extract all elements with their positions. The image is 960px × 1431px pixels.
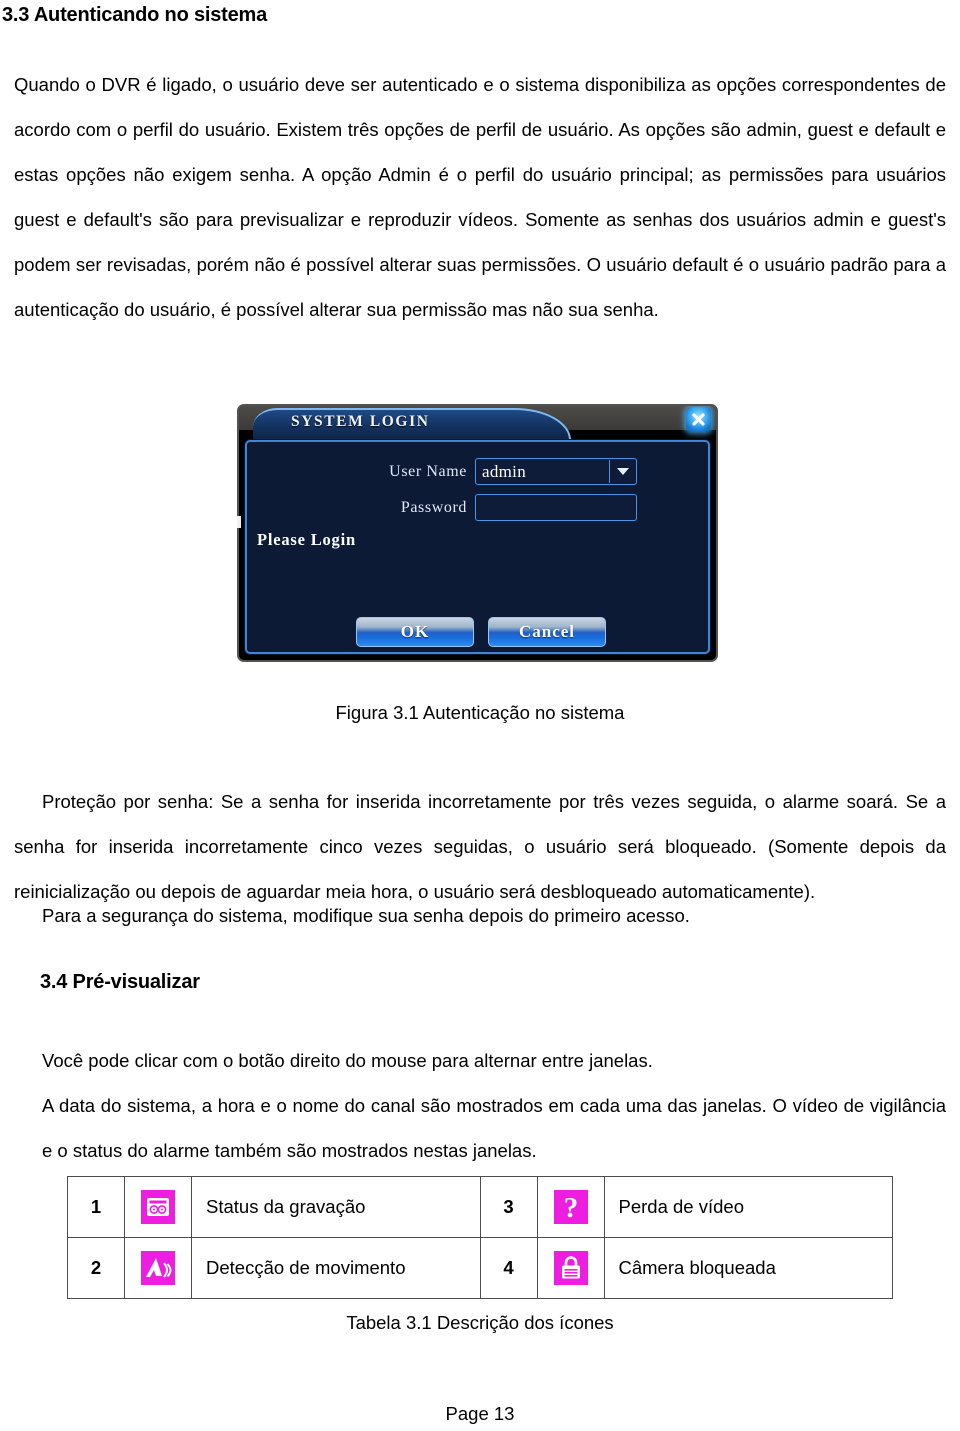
- document-page: 3.3 Autenticando no sistema Quando o DVR…: [0, 0, 960, 1431]
- video-loss-question-icon-cell: ?: [536, 1176, 605, 1238]
- user-name-select[interactable]: admin: [475, 458, 637, 485]
- paragraph-right-click: Você pode clicar com o botão direito do …: [42, 1050, 653, 1071]
- ok-button[interactable]: OK: [356, 617, 474, 647]
- camera-blocked-lock-icon-cell: [536, 1237, 605, 1299]
- row-number-right: 3: [479, 1176, 538, 1238]
- user-name-label: User Name: [389, 463, 467, 480]
- icon-description-right: Câmera bloqueada: [603, 1237, 893, 1299]
- row-number-left: 2: [67, 1237, 125, 1299]
- paragraph-authentication-intro: Quando o DVR é ligado, o usuário deve se…: [14, 74, 946, 320]
- login-dialog: SYSTEM LOGIN User Name admin Password Pl…: [237, 404, 718, 662]
- section-heading-3-4: 3.4 Pré-visualizar: [40, 971, 200, 993]
- paragraph-window-info: A data do sistema, a hora e o nome do ca…: [42, 1095, 946, 1161]
- table-caption: Tabela 3.1 Descrição dos ícones: [346, 1312, 614, 1333]
- login-status-text: Please Login: [257, 530, 356, 549]
- figure-system-login: SYSTEM LOGIN User Name admin Password Pl…: [237, 404, 718, 662]
- close-icon[interactable]: [686, 407, 711, 432]
- table-row: 2 Detecção de movimento 4 Câmera bloquea…: [67, 1237, 893, 1299]
- icon-description-left: Detecção de movimento: [191, 1237, 481, 1299]
- cancel-button-label: Cancel: [518, 622, 576, 641]
- recording-status-icon: [141, 1190, 175, 1224]
- recording-status-icon-cell: [124, 1176, 192, 1238]
- motion-detection-icon: [141, 1251, 175, 1285]
- svg-text:?: ?: [563, 1192, 578, 1224]
- user-name-value: admin: [482, 462, 526, 481]
- password-label: Password: [400, 499, 467, 516]
- camera-blocked-lock-icon: [553, 1251, 588, 1285]
- table-row: 1 Status da gravação 3 ? Perda de vídeo: [67, 1176, 893, 1238]
- paragraph-security-advice: Para a segurança do sistema, modifique s…: [42, 905, 690, 926]
- cancel-button[interactable]: Cancel: [488, 617, 606, 647]
- row-number-right: 4: [479, 1237, 538, 1299]
- page-number: Page 13: [445, 1403, 515, 1424]
- icon-description-left: Status da gravação: [191, 1176, 481, 1238]
- icon-description-right: Perda de vídeo: [603, 1176, 893, 1238]
- video-loss-question-icon: ?: [553, 1190, 588, 1224]
- ok-button-label: OK: [400, 622, 430, 641]
- dialog-body: User Name admin Password Please Login OK…: [245, 440, 710, 654]
- chevron-down-icon[interactable]: [609, 460, 635, 483]
- figure-caption: Figura 3.1 Autenticação no sistema: [335, 702, 625, 723]
- scan-artifact: [237, 516, 241, 528]
- password-input[interactable]: [475, 494, 637, 521]
- motion-detection-icon-cell: [124, 1237, 192, 1299]
- section-heading-3-3: 3.3 Autenticando no sistema: [2, 4, 268, 26]
- dialog-title: SYSTEM LOGIN: [291, 413, 430, 430]
- row-number-left: 1: [67, 1176, 125, 1238]
- icon-description-table: 1 Status da gravação 3 ? Perda de vídeo …: [67, 1176, 893, 1299]
